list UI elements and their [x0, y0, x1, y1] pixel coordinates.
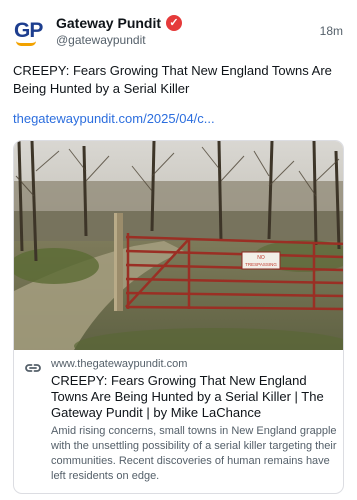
card-domain: www.thegatewaypundit.com — [51, 358, 188, 370]
author-name[interactable]: Gateway Pundit — [56, 15, 161, 31]
sign-text-line1: NO — [257, 255, 265, 261]
author-handle[interactable]: @gatewaypundit — [56, 33, 146, 47]
card-description: Amid rising concerns, small towns in New… — [51, 425, 337, 482]
link-chain-icon — [25, 364, 41, 372]
avatar-logo-swoosh — [16, 41, 36, 46]
post-link[interactable]: thegatewaypundit.com/2025/04/c... — [13, 111, 215, 126]
post-timestamp[interactable]: 18m — [320, 24, 343, 38]
verified-badge-icon: ✓ — [166, 15, 183, 31]
author-row: Gateway Pundit ✓ — [56, 14, 183, 32]
link-preview-card[interactable]: NO TRESPASSING www.thegatewaypundit.com … — [13, 140, 344, 494]
avatar[interactable]: GP — [14, 17, 44, 47]
post-card[interactable]: GP Gateway Pundit ✓ @gatewaypundit 18m C… — [0, 0, 357, 500]
preview-image[interactable]: NO TRESPASSING — [14, 141, 344, 350]
card-title[interactable]: CREEPY: Fears Growing That New England T… — [51, 373, 339, 421]
post-text: CREEPY: Fears Growing That New England T… — [13, 63, 332, 96]
avatar-logo-text: GP — [14, 19, 43, 42]
sign-text-line2: TRESPASSING — [245, 262, 277, 267]
